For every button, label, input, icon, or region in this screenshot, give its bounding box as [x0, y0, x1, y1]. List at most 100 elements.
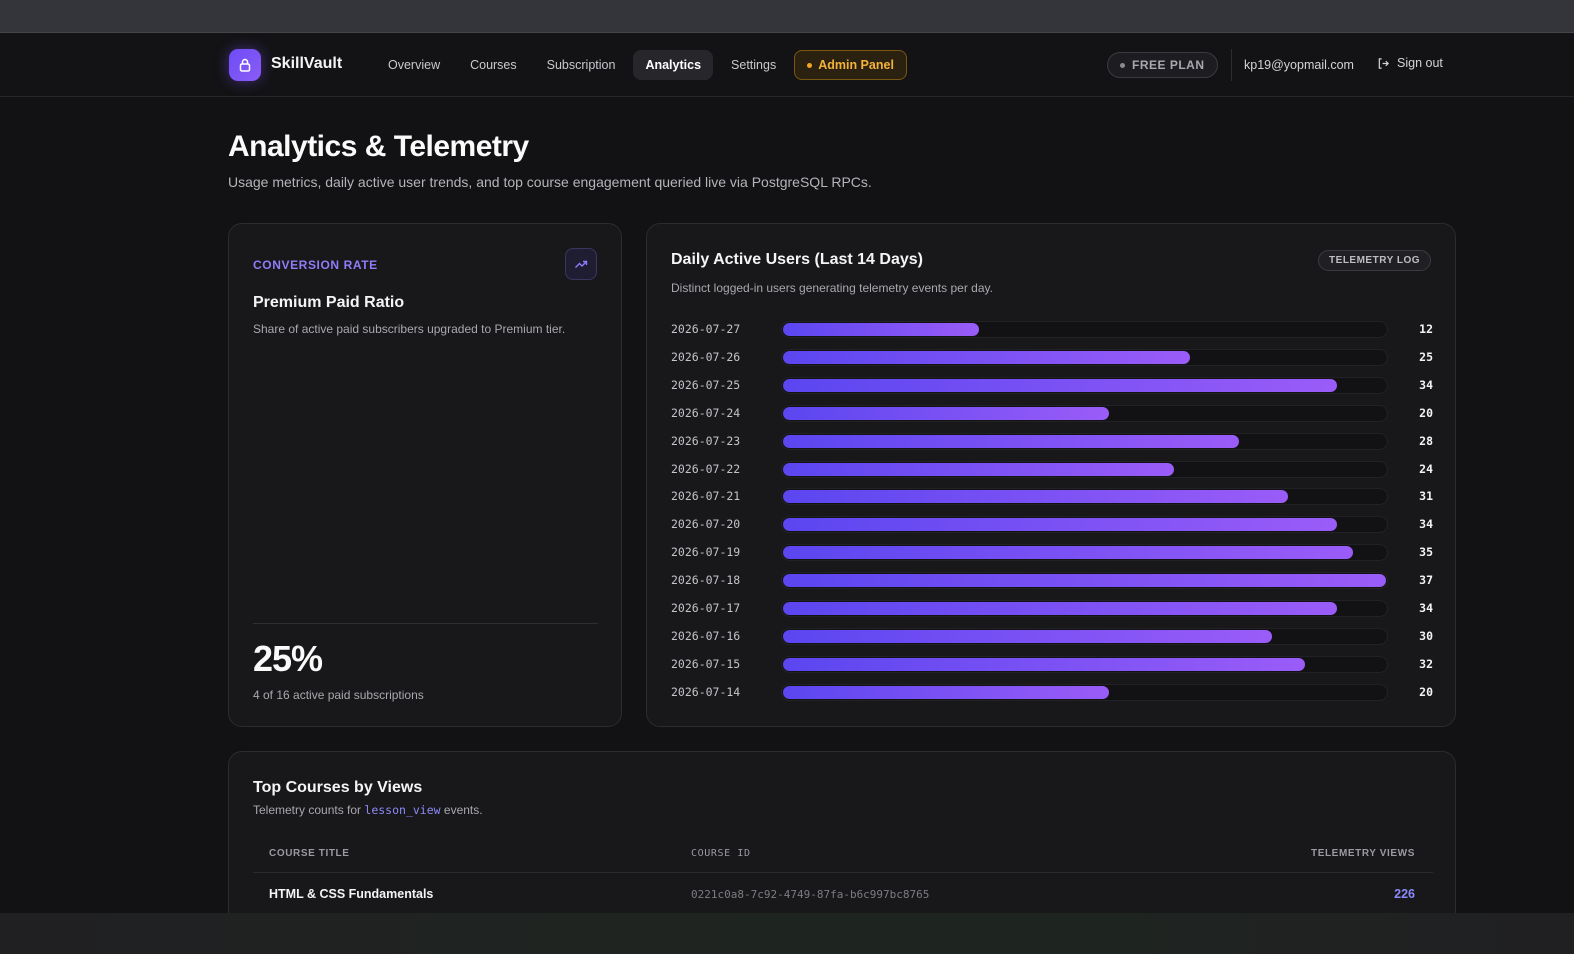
dau-value-label: 37 — [1419, 573, 1433, 588]
trending-up-icon — [575, 260, 588, 268]
plan-dot-icon — [1120, 62, 1125, 68]
main-nav: Overview Courses Subscription Analytics … — [376, 50, 913, 80]
dau-value-label: 34 — [1419, 377, 1433, 392]
dau-bar-track — [781, 516, 1388, 534]
dau-date-label: 2026-07-18 — [671, 573, 741, 588]
course-title-cell: HTML & CSS Fundamentals — [269, 887, 434, 901]
dau-date-label: 2026-07-24 — [671, 405, 741, 420]
dau-value-label: 20 — [1419, 405, 1433, 420]
dau-bar — [783, 350, 1190, 364]
dau-bar — [783, 546, 1353, 560]
dau-bar-row: 2026-07-15 32 — [671, 655, 1433, 674]
event-code: lesson_view — [364, 803, 441, 817]
admin-dot-icon — [807, 62, 813, 68]
nav-analytics[interactable]: Analytics — [633, 50, 714, 80]
dau-date-label: 2026-07-16 — [671, 628, 741, 643]
dau-bar-track — [781, 460, 1388, 478]
dau-bar-row: 2026-07-24 20 — [671, 404, 1433, 423]
navbar: SkillVault Overview Courses Subscription… — [0, 33, 1574, 97]
dau-bar-row: 2026-07-25 34 — [671, 376, 1433, 395]
bottom-overlay-strip — [0, 913, 1574, 954]
dau-bar-row: 2026-07-17 34 — [671, 600, 1433, 618]
col-course-id[interactable]: COURSE ID — [691, 848, 751, 859]
conversion-divider — [253, 623, 598, 624]
dau-date-label: 2026-07-27 — [671, 322, 741, 336]
nav-subscription[interactable]: Subscription — [535, 50, 628, 80]
dau-bar-row: 2026-07-22 24 — [671, 460, 1433, 479]
course-views-cell: 226 — [1394, 887, 1415, 901]
dau-date-label: 2026-07-25 — [671, 377, 741, 392]
dau-bar — [783, 518, 1337, 532]
conversion-icon-box — [565, 248, 597, 280]
dau-value-label: 32 — [1419, 656, 1433, 671]
dau-bar-track — [781, 655, 1388, 673]
dau-date-label: 2026-07-14 — [671, 684, 741, 699]
dau-bar-track — [781, 376, 1388, 394]
table-header-divider — [253, 872, 1433, 873]
dau-date-label: 2026-07-15 — [671, 656, 741, 671]
browser-top-strip — [0, 0, 1574, 33]
dau-bar-track — [781, 348, 1388, 366]
sign-out-button[interactable]: Sign out — [1377, 56, 1443, 70]
dau-bar-track — [781, 572, 1388, 590]
dau-bar — [783, 434, 1239, 448]
conversion-value: 25% — [253, 638, 323, 679]
dau-bar-track — [781, 683, 1388, 701]
dau-bar-track — [781, 488, 1388, 506]
conversion-detail: 4 of 16 active paid subscriptions — [253, 688, 424, 702]
dau-value-label: 20 — [1419, 684, 1433, 699]
dau-date-label: 2026-07-22 — [671, 461, 741, 476]
dau-value-label: 31 — [1419, 489, 1433, 504]
nav-overview[interactable]: Overview — [376, 50, 452, 80]
top-courses-sub-prefix: Telemetry counts for — [253, 803, 362, 817]
top-courses-subtitle: Telemetry counts for lesson_view events. — [253, 803, 483, 817]
dau-bar-row: 2026-07-14 20 — [671, 683, 1433, 702]
dau-bar-row: 2026-07-23 28 — [671, 432, 1433, 451]
dau-bar — [783, 629, 1272, 643]
top-courses-title: Top Courses by Views — [253, 779, 423, 796]
lock-icon — [239, 58, 251, 72]
page-subtitle: Usage metrics, daily active user trends,… — [228, 174, 872, 190]
top-courses-sub-suffix: events. — [443, 803, 483, 817]
dau-bar-row: 2026-07-16 30 — [671, 627, 1433, 646]
telemetry-log-badge: TELEMETRY LOG — [1318, 250, 1431, 271]
dau-date-label: 2026-07-23 — [671, 433, 741, 448]
dau-bar-row: 2026-07-18 37 — [671, 572, 1433, 590]
dau-value-label: 25 — [1419, 349, 1433, 364]
dau-bar-track — [781, 321, 1388, 338]
col-telemetry-views[interactable]: TELEMETRY VIEWS — [1311, 848, 1415, 859]
dau-bar — [783, 462, 1174, 476]
admin-panel-label: Admin Panel — [818, 58, 894, 72]
logo[interactable] — [229, 49, 261, 81]
dau-title: Daily Active Users (Last 14 Days) — [671, 251, 923, 268]
dau-date-label: 2026-07-17 — [671, 601, 741, 615]
dau-date-label: 2026-07-20 — [671, 517, 741, 532]
dau-bar-track — [781, 627, 1388, 645]
conversion-eyebrow: CONVERSION RATE — [253, 258, 378, 272]
dau-bar-row: 2026-07-21 31 — [671, 488, 1433, 506]
nav-admin-panel[interactable]: Admin Panel — [794, 50, 907, 80]
dau-value-label: 24 — [1419, 461, 1433, 476]
dau-card: Daily Active Users (Last 14 Days) Distin… — [646, 223, 1456, 727]
brand-name[interactable]: SkillVault — [271, 55, 342, 73]
dau-value-label: 34 — [1419, 601, 1433, 615]
dau-value-label: 28 — [1419, 433, 1433, 448]
dau-bar — [783, 323, 979, 336]
dau-bar-row: 2026-07-27 12 — [671, 321, 1433, 339]
dau-bar — [783, 490, 1288, 504]
plan-label: FREE PLAN — [1132, 58, 1205, 72]
conversion-title: Premium Paid Ratio — [253, 294, 405, 311]
dau-bar-row: 2026-07-19 35 — [671, 544, 1433, 562]
nav-settings[interactable]: Settings — [719, 50, 788, 80]
nav-courses[interactable]: Courses — [458, 50, 529, 80]
page-title: Analytics & Telemetry — [228, 130, 529, 163]
dau-bar-track — [781, 600, 1388, 617]
dau-date-label: 2026-07-21 — [671, 489, 741, 504]
dau-bar — [783, 574, 1386, 588]
col-course-title[interactable]: COURSE TITLE — [269, 848, 350, 859]
dau-bar-track — [781, 404, 1388, 422]
dau-bar-row: 2026-07-20 34 — [671, 516, 1433, 534]
dau-subtitle: Distinct logged-in users generating tele… — [671, 281, 993, 295]
dau-value-label: 35 — [1419, 545, 1433, 560]
dau-bar-track — [781, 432, 1388, 450]
